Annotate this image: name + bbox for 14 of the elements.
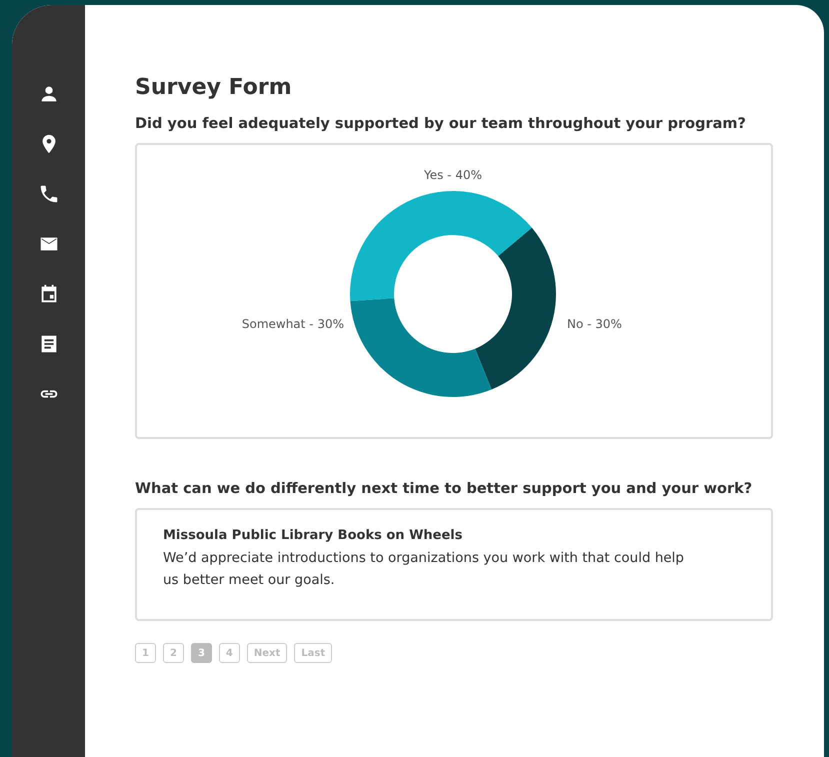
page-button[interactable]: Last — [294, 643, 332, 663]
page-button[interactable]: 2 — [162, 643, 184, 663]
page-button[interactable]: 4 — [218, 643, 240, 663]
slice-label: Somewhat - 30% — [242, 317, 344, 331]
slice-label: Yes - 40% — [424, 168, 482, 182]
page-button[interactable]: Next — [246, 643, 288, 663]
form-title: Survey Form — [135, 75, 293, 100]
question-text: Did you feel adequately supported by our team throughout your program? — [135, 116, 747, 132]
answer-text: We’d appreciate introductions to organizations you work with that could help us better meet our goals. — [163, 549, 686, 590]
slice-label: No - 30% — [567, 317, 622, 331]
page-button[interactable]: 1 — [135, 643, 156, 663]
answer-title: Missoula Public Library Books on Wheels — [163, 528, 464, 543]
page-button[interactable]: 3 — [190, 643, 212, 663]
question-text: What can we do differently next time to better support you and your work? — [135, 481, 754, 497]
